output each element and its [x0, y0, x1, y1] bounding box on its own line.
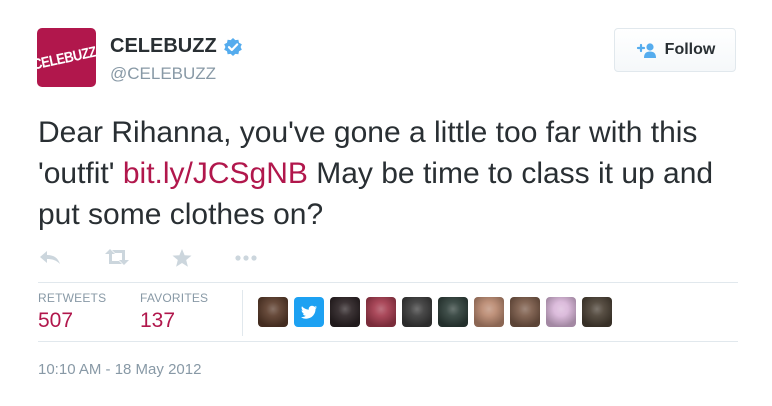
verified-badge-icon — [223, 37, 242, 56]
favoriter-avatar-2-twitter-bird[interactable] — [294, 297, 324, 327]
favoriter-avatar-1[interactable] — [258, 297, 288, 327]
stats-bottom-divider — [38, 341, 738, 342]
favoriter-avatar-photo — [402, 297, 432, 327]
tweet-text: Dear Rihanna, you've gone a little too f… — [38, 112, 738, 235]
reply-icon — [40, 251, 60, 264]
favoriter-avatar-photo — [510, 297, 540, 327]
favoriter-avatar-8[interactable] — [510, 297, 540, 327]
favorites-count: 137 — [140, 309, 176, 332]
favorites-stat[interactable]: FAVORITES 137 — [140, 291, 208, 333]
favoriter-avatar-photo — [582, 297, 612, 327]
favoriter-avatar-photo — [366, 297, 396, 327]
favoriter-avatar-3[interactable] — [330, 297, 360, 327]
favoriter-avatar-photo — [438, 297, 468, 327]
author-display-name[interactable]: CELEBUZZ — [110, 35, 217, 58]
favorites-label: FAVORITES — [140, 291, 209, 305]
favoriter-avatar-4[interactable] — [366, 297, 396, 327]
stats-top-divider — [38, 282, 738, 283]
favoriter-avatar-7[interactable] — [474, 297, 504, 327]
favoriter-avatar-5[interactable] — [402, 297, 432, 327]
author-avatar[interactable]: CELEBUZZ! — [37, 28, 96, 87]
retweet-button[interactable] — [104, 248, 130, 266]
retweets-label: RETWEETS — [38, 291, 107, 305]
more-options-button[interactable] — [234, 254, 258, 262]
author-handle[interactable]: @CELEBUZZ — [110, 64, 216, 84]
retweets-stat[interactable]: RETWEETS 507 — [38, 291, 106, 333]
follow-button[interactable]: Follow — [614, 28, 736, 72]
retweets-count: 507 — [38, 309, 74, 332]
favoriter-avatar-9[interactable] — [546, 297, 576, 327]
favoriter-avatar-photo — [330, 297, 360, 327]
favoriter-avatar-photo — [474, 297, 504, 327]
avatar-logo-text: CELEBUZZ! — [37, 41, 96, 74]
stats-vertical-divider — [242, 290, 243, 336]
twitter-bird-icon — [301, 305, 317, 319]
more-options-icon — [235, 255, 257, 261]
favorite-star-icon — [172, 249, 192, 267]
tweet-timestamp[interactable]: 10:10 AM - 18 May 2012 — [38, 361, 201, 378]
follow-user-icon — [636, 43, 656, 58]
retweet-icon — [105, 249, 129, 265]
favoriter-avatar-photo — [546, 297, 576, 327]
favoriter-avatar-6[interactable] — [438, 297, 468, 327]
tweet-link[interactable]: bit.ly/JCSgNB — [123, 157, 308, 190]
favoriter-avatar-10[interactable] — [582, 297, 612, 327]
favoriter-avatar-photo — [258, 297, 288, 327]
author-name-row[interactable]: CELEBUZZ — [110, 35, 243, 58]
favorite-button[interactable] — [171, 248, 193, 268]
follow-button-label: Follow — [664, 41, 716, 58]
reply-button[interactable] — [38, 248, 62, 266]
